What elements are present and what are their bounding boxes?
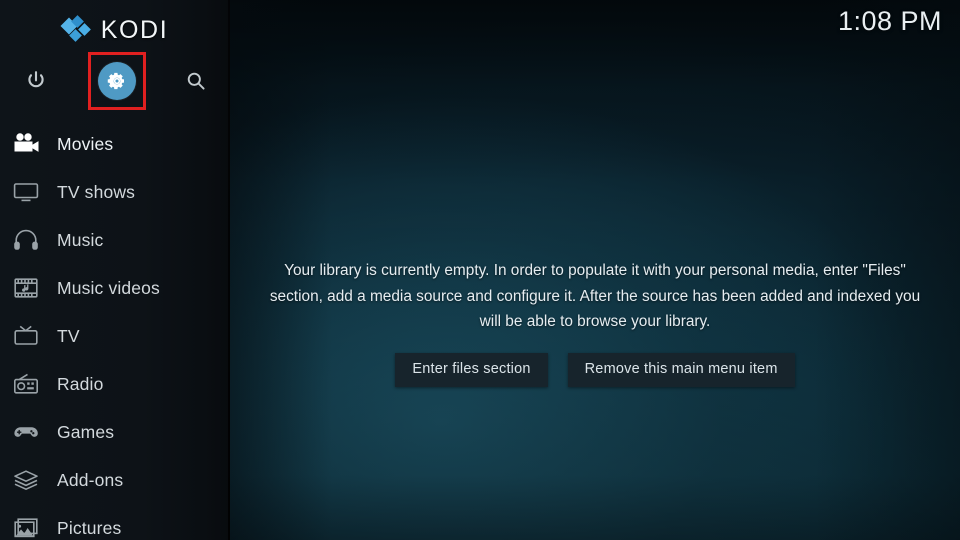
open-box-icon bbox=[10, 465, 42, 495]
remove-main-menu-item-button[interactable]: Remove this main menu item bbox=[567, 352, 795, 388]
app-name: KODI bbox=[100, 15, 169, 44]
sidebar-item-add-ons[interactable]: Add-ons bbox=[0, 456, 230, 504]
sidebar-item-label: Pictures bbox=[57, 517, 122, 538]
sidebar-item-tv[interactable]: TV bbox=[0, 312, 230, 360]
search-button[interactable] bbox=[170, 56, 222, 106]
enter-files-section-button[interactable]: Enter files section bbox=[395, 352, 548, 388]
sidebar-item-label: Music videos bbox=[57, 277, 160, 298]
sidebar-item-label: Radio bbox=[57, 373, 104, 394]
headphones-icon bbox=[10, 225, 42, 255]
gamepad-icon bbox=[10, 417, 42, 447]
movie-camera-icon bbox=[10, 129, 42, 159]
sidebar-item-label: TV shows bbox=[57, 181, 136, 202]
sidebar-item-movies[interactable]: Movies bbox=[0, 120, 230, 168]
empty-library-actions: Enter files section Remove this main men… bbox=[395, 352, 795, 388]
sidebar-item-music[interactable]: Music bbox=[0, 216, 230, 264]
sidebar-item-tv-shows[interactable]: TV shows bbox=[0, 168, 230, 216]
empty-library-panel: Your library is currently empty. In orde… bbox=[230, 258, 960, 388]
clock: 1:08 PM bbox=[837, 6, 942, 36]
sidebar-item-radio[interactable]: Radio bbox=[0, 360, 230, 408]
sidebar-item-games[interactable]: Games bbox=[0, 408, 230, 456]
sidebar-item-label: Games bbox=[57, 421, 115, 442]
sidebar-item-music-videos[interactable]: Music videos bbox=[0, 264, 230, 312]
kodi-logo-icon bbox=[60, 15, 92, 43]
film-music-note-icon bbox=[10, 273, 42, 303]
app-logo: KODI bbox=[0, 13, 230, 47]
settings-selection-highlight bbox=[88, 52, 146, 110]
sidebar-menu: Movies TV shows Music Music videos TV Ra… bbox=[0, 120, 230, 540]
television-icon bbox=[10, 321, 42, 351]
sidebar: KODI Movies TV shows Music Music videos … bbox=[0, 0, 230, 540]
power-icon bbox=[28, 71, 44, 88]
monitor-icon bbox=[10, 177, 42, 207]
empty-library-message: Your library is currently empty. In orde… bbox=[269, 262, 921, 330]
sidebar-item-pictures[interactable]: Pictures bbox=[0, 504, 230, 540]
sidebar-item-label: Music bbox=[57, 229, 104, 250]
sidebar-item-label: TV bbox=[57, 325, 80, 346]
search-icon bbox=[187, 72, 205, 90]
main-content-area: 1:08 PM Your library is currently empty.… bbox=[230, 0, 960, 540]
power-button[interactable] bbox=[10, 56, 62, 106]
sidebar-item-label: Add-ons bbox=[57, 469, 124, 490]
sidebar-item-label: Movies bbox=[57, 133, 114, 154]
picture-frame-icon bbox=[10, 513, 42, 540]
radio-icon bbox=[10, 369, 42, 399]
kodi-home-screen: 1:08 PM Your library is currently empty.… bbox=[0, 0, 960, 540]
